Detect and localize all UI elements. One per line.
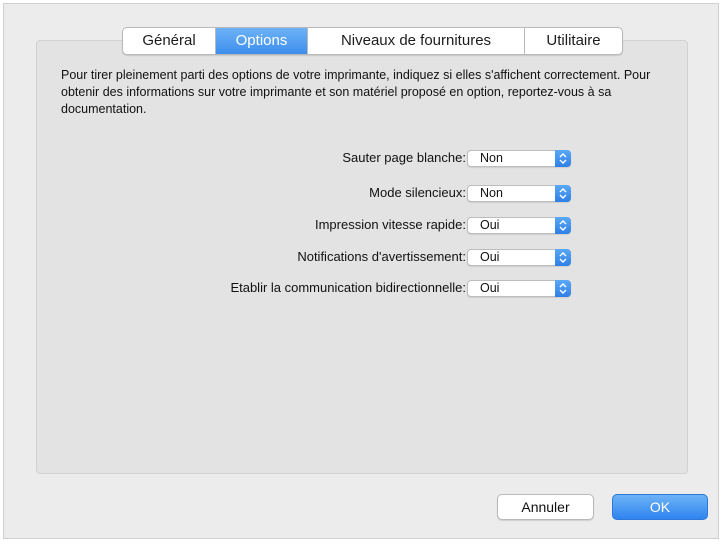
popup-value: Oui bbox=[480, 218, 500, 232]
up-down-chevron-icon bbox=[555, 280, 571, 297]
notifications-avertissement-popup[interactable]: Oui bbox=[467, 249, 571, 266]
tab-bar: Général Options Niveaux de fournitures U… bbox=[122, 27, 623, 55]
impression-vitesse-rapide-popup[interactable]: Oui bbox=[467, 217, 571, 234]
cancel-button[interactable]: Annuler bbox=[497, 494, 594, 520]
popup-value: Non bbox=[480, 186, 503, 200]
sauter-page-blanche-label: Sauter page blanche: bbox=[342, 150, 466, 165]
up-down-chevron-icon bbox=[555, 185, 571, 202]
impression-vitesse-rapide-label: Impression vitesse rapide: bbox=[314, 217, 466, 232]
communication-bidirectionnelle-label: Etablir la communication bidirectionnell… bbox=[230, 280, 466, 295]
tab-niveaux-de-fournitures[interactable]: Niveaux de fournitures bbox=[308, 28, 525, 54]
up-down-chevron-icon bbox=[555, 217, 571, 234]
options-description: Pour tirer pleinement parti des options … bbox=[61, 68, 651, 116]
mode-silencieux-popup[interactable]: Non bbox=[467, 185, 571, 202]
up-down-chevron-icon bbox=[555, 249, 571, 266]
popup-value: Non bbox=[480, 151, 503, 165]
up-down-chevron-icon bbox=[555, 150, 571, 167]
tab-general[interactable]: Général bbox=[123, 28, 216, 54]
notifications-avertissement-label: Notifications d'avertissement: bbox=[297, 249, 466, 264]
ok-button[interactable]: OK bbox=[612, 494, 708, 520]
communication-bidirectionnelle-popup[interactable]: Oui bbox=[467, 280, 571, 297]
tab-options[interactable]: Options bbox=[216, 28, 308, 54]
popup-value: Oui bbox=[480, 281, 500, 295]
mode-silencieux-label: Mode silencieux: bbox=[369, 185, 466, 200]
tab-utilitaire[interactable]: Utilitaire bbox=[525, 28, 622, 54]
popup-value: Oui bbox=[480, 250, 500, 264]
sauter-page-blanche-popup[interactable]: Non bbox=[467, 150, 571, 167]
